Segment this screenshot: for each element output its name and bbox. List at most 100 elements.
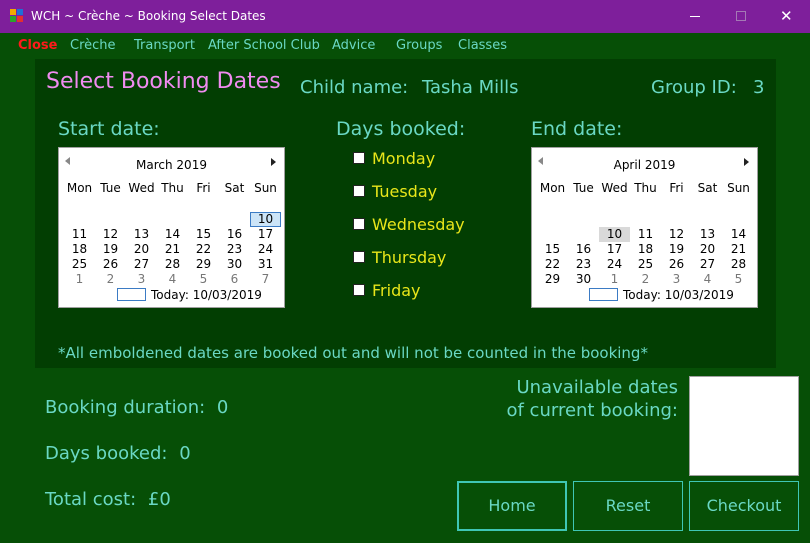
days-booked-label: Days booked:	[336, 118, 466, 140]
menu-groups[interactable]: Groups	[396, 38, 442, 53]
day-of-week-header: Sun	[727, 181, 750, 195]
child-name-label: Child name:	[300, 77, 409, 98]
calendar-day[interactable]: 12	[95, 227, 126, 242]
calendar-day[interactable]: 17	[250, 227, 281, 242]
calendar-day[interactable]: 29	[537, 272, 568, 287]
calendar-day[interactable]: 27	[126, 257, 157, 272]
day-label: Wednesday	[372, 215, 465, 234]
friday-checkbox[interactable]	[353, 284, 365, 296]
calendar-day[interactable]: 7	[250, 272, 281, 287]
calendar-day[interactable]: 31	[250, 257, 281, 272]
calendar-day[interactable]: 26	[95, 257, 126, 272]
calendar-day[interactable]: 13	[692, 227, 723, 242]
menu-bar: Close Crèche Transport After School Club…	[0, 33, 810, 57]
calendar-day[interactable]: 24	[599, 257, 630, 272]
day-of-week-header: Sat	[224, 181, 245, 195]
calendar-day[interactable]: 11	[630, 227, 661, 242]
calendar-today[interactable]: Today: 10/03/2019	[623, 288, 734, 302]
calendar-month[interactable]: April 2019	[532, 158, 757, 172]
next-month-icon[interactable]	[271, 158, 276, 166]
calendar-day[interactable]: 22	[188, 242, 219, 257]
calendar-day[interactable]: 28	[157, 257, 188, 272]
calendar-day[interactable]: 1	[64, 272, 95, 287]
unavailable-dates-line2: of current booking:	[506, 400, 678, 421]
tuesday-checkbox[interactable]	[353, 185, 365, 197]
calendar-day[interactable]: 19	[661, 242, 692, 257]
calendar-day[interactable]: 23	[219, 242, 250, 257]
group-id-label: Group ID:	[651, 77, 737, 98]
child-name-value: Tasha Mills	[422, 77, 519, 98]
end-date-calendar[interactable]: April 2019 Today: 10/03/2019 Mon Tue Wed Th…	[531, 147, 758, 308]
menu-advice[interactable]: Advice	[332, 38, 375, 53]
menu-creche[interactable]: Crèche	[70, 38, 116, 53]
calendar-day[interactable]: 3	[126, 272, 157, 287]
menu-transport[interactable]: Transport	[134, 38, 195, 53]
calendar-day[interactable]: 23	[568, 257, 599, 272]
calendar-day[interactable]: 18	[64, 242, 95, 257]
days-booked-summary-label: Days booked:	[45, 443, 168, 464]
calendar-day[interactable]: 27	[692, 257, 723, 272]
calendar-today[interactable]: Today: 10/03/2019	[151, 288, 262, 302]
calendar-day[interactable]: 5	[723, 272, 754, 287]
calendar-day[interactable]: 19	[95, 242, 126, 257]
calendar-day[interactable]: 6	[219, 272, 250, 287]
calendar-day[interactable]: 22	[537, 257, 568, 272]
minimize-button[interactable]	[672, 0, 718, 33]
calendar-day[interactable]: 21	[723, 242, 754, 257]
thursday-checkbox[interactable]	[353, 251, 365, 263]
calendar-day[interactable]: 29	[188, 257, 219, 272]
calendar-day[interactable]: 14	[723, 227, 754, 242]
calendar-day[interactable]: 12	[661, 227, 692, 242]
calendar-day[interactable]: 26	[661, 257, 692, 272]
reset-button[interactable]: Reset	[573, 481, 683, 531]
calendar-day[interactable]: 15	[537, 242, 568, 257]
calendar-day[interactable]: 13	[126, 227, 157, 242]
unavailable-dates-line1: Unavailable dates	[516, 377, 678, 398]
menu-close[interactable]: Close	[18, 38, 57, 53]
calendar-day[interactable]: 4	[157, 272, 188, 287]
calendar-day[interactable]: 1	[599, 272, 630, 287]
menu-classes[interactable]: Classes	[458, 38, 507, 53]
calendar-day[interactable]: 30	[568, 272, 599, 287]
calendar-day[interactable]: 3	[661, 272, 692, 287]
calendar-day[interactable]: 16	[219, 227, 250, 242]
start-date-calendar[interactable]: March 2019 Today: 10/03/2019 Mon Tue Wed Th…	[58, 147, 285, 308]
calendar-day[interactable]: 17	[599, 242, 630, 257]
calendar-day[interactable]: 14	[157, 227, 188, 242]
today-marker	[589, 288, 618, 301]
calendar-day[interactable]: 25	[64, 257, 95, 272]
home-button[interactable]: Home	[457, 481, 567, 531]
calendar-day[interactable]: 20	[126, 242, 157, 257]
day-of-week-header: Fri	[196, 181, 211, 195]
calendar-day[interactable]: 4	[692, 272, 723, 287]
calendar-day[interactable]: 10	[250, 212, 281, 227]
calendar-day[interactable]: 21	[157, 242, 188, 257]
booking-duration-value: 0	[216, 397, 229, 418]
calendar-day[interactable]: 30	[219, 257, 250, 272]
calendar-day[interactable]: 28	[723, 257, 754, 272]
calendar-day[interactable]: 10	[599, 227, 630, 242]
calendar-day[interactable]: 18	[630, 242, 661, 257]
day-of-week-header: Tue	[100, 181, 121, 195]
calendar-day[interactable]: 20	[692, 242, 723, 257]
day-of-week-header: Tue	[573, 181, 594, 195]
days-booked-summary-value: 0	[179, 443, 191, 464]
day-label: Friday	[372, 281, 421, 300]
menu-after-school-club[interactable]: After School Club	[208, 38, 320, 53]
calendar-day[interactable]: 5	[188, 272, 219, 287]
calendar-day[interactable]: 16	[568, 242, 599, 257]
calendar-day[interactable]: 25	[630, 257, 661, 272]
calendar-month[interactable]: March 2019	[59, 158, 284, 172]
unavailable-dates-list[interactable]	[689, 376, 799, 476]
next-month-icon[interactable]	[744, 158, 749, 166]
calendar-day[interactable]: 11	[64, 227, 95, 242]
monday-checkbox[interactable]	[353, 152, 365, 164]
calendar-day[interactable]: 24	[250, 242, 281, 257]
calendar-day[interactable]: 15	[188, 227, 219, 242]
calendar-day[interactable]: 2	[630, 272, 661, 287]
close-window-button[interactable]: ✕	[764, 0, 810, 33]
calendar-day[interactable]: 2	[95, 272, 126, 287]
checkout-button[interactable]: Checkout	[689, 481, 799, 531]
wednesday-checkbox[interactable]	[353, 218, 365, 230]
total-cost-value: £0	[147, 489, 171, 510]
